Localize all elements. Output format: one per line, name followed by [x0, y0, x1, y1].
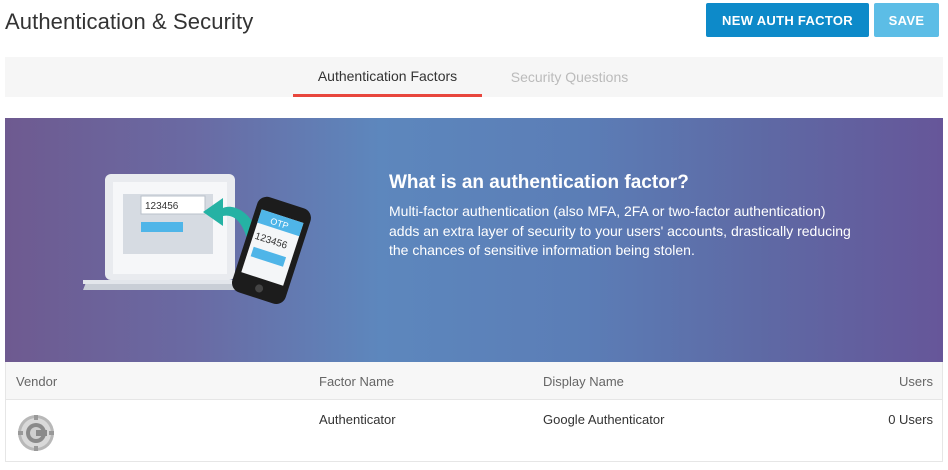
- page-title: Authentication & Security: [5, 9, 254, 34]
- laptop-code: 123456: [145, 201, 179, 212]
- tab-authentication-factors[interactable]: Authentication Factors: [293, 57, 482, 97]
- cell-factor-name: Authenticator: [319, 412, 396, 427]
- column-header-factor-name: Factor Name: [319, 374, 395, 389]
- banner-description: Multi-factor authentication (also MFA, 2…: [389, 203, 851, 258]
- cell-display-name: Google Authenticator: [543, 412, 665, 427]
- info-banner: 123456 OTP 123456 What is an authenticat…: [5, 118, 943, 362]
- banner-heading: What is an authentication factor?: [389, 172, 689, 193]
- column-header-vendor: Vendor: [16, 374, 58, 389]
- table-header: Vendor Factor Name Display Name Users: [6, 362, 942, 400]
- cell-users: 0 Users: [888, 412, 933, 427]
- mfa-illustration: 123456 OTP 123456: [83, 174, 311, 304]
- google-authenticator-logo-icon: [18, 415, 54, 451]
- tab-bar: Authentication Factors Security Question…: [5, 57, 943, 97]
- new-auth-factor-button[interactable]: NEW AUTH FACTOR: [706, 3, 869, 37]
- tab-security-questions[interactable]: Security Questions: [497, 57, 642, 97]
- factors-table: Vendor Factor Name Display Name Users Au…: [5, 362, 943, 462]
- save-button[interactable]: SAVE: [874, 3, 939, 37]
- column-header-users: Users: [899, 374, 933, 389]
- column-header-display-name: Display Name: [543, 374, 624, 389]
- table-row[interactable]: Authenticator Google Authenticator 0 Use…: [6, 401, 942, 461]
